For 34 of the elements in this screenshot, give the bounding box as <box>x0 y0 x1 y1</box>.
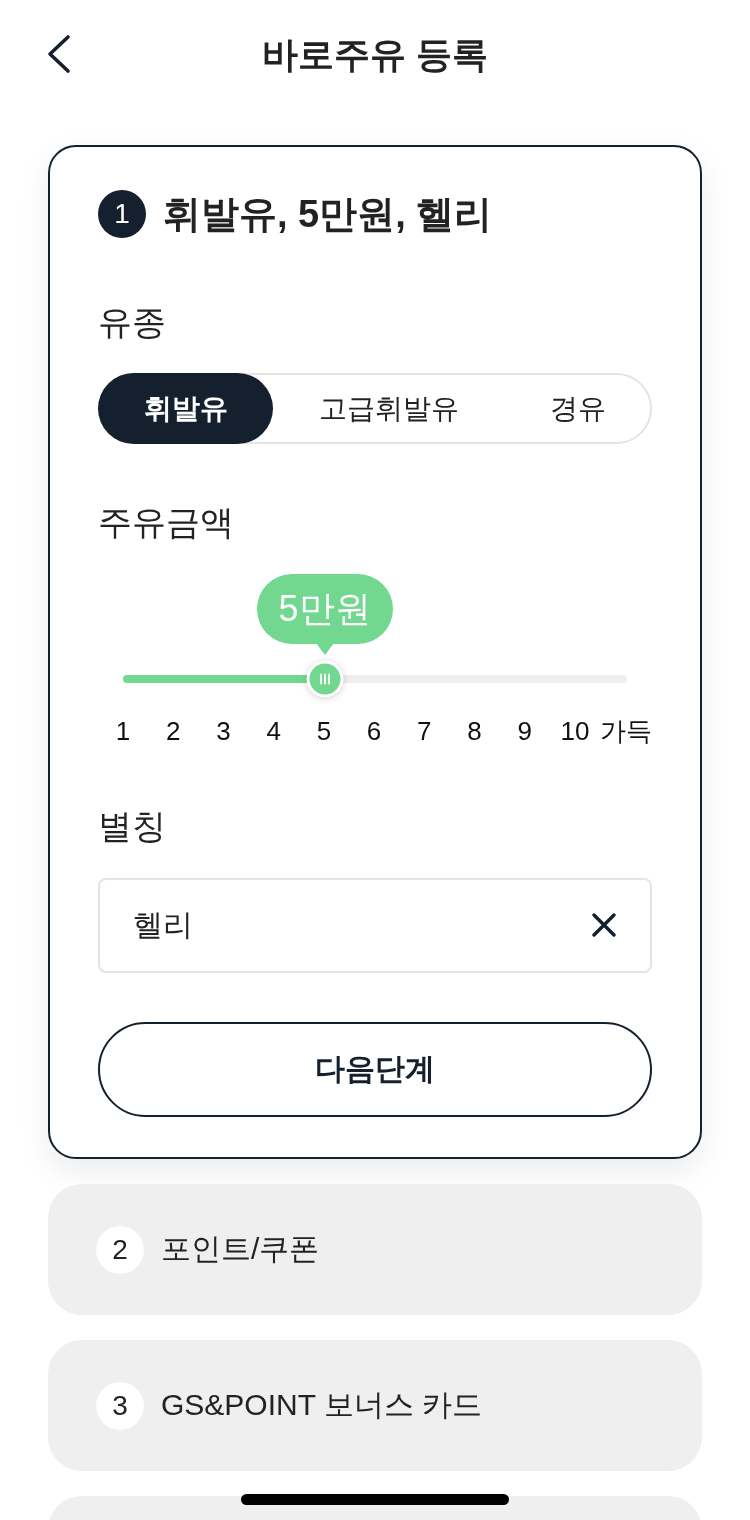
nickname-field[interactable]: 헬리 <box>98 878 652 973</box>
next-step-button[interactable]: 다음단계 <box>98 1022 652 1117</box>
tick-label: 5 <box>315 715 333 748</box>
step-title: GS&POINT 보너스 카드 <box>161 1387 483 1423</box>
tick-label: 4 <box>265 715 282 748</box>
fuel-type-option[interactable]: 고급휘발유 <box>273 373 505 444</box>
tick-label: 8 <box>466 715 483 748</box>
step-number-badge: 3 <box>96 1381 144 1430</box>
tick-label: 7 <box>416 715 433 748</box>
page-title: 바로주유 등록 <box>262 33 488 77</box>
tick-label: 1 <box>114 715 132 748</box>
back-icon <box>46 34 72 74</box>
step-card[interactable]: 2 포인트/쿠폰 <box>48 1184 702 1315</box>
clear-button[interactable] <box>592 913 616 937</box>
tick-label: 가득 <box>600 715 652 748</box>
step-title: 포인트/쿠폰 <box>161 1231 320 1267</box>
step-number-badge: 2 <box>96 1225 144 1274</box>
tick-label: 3 <box>215 715 232 748</box>
step-summary-title: 휘발유, 5만원, 헬리 <box>163 192 493 237</box>
slider-thumb[interactable] <box>305 660 344 698</box>
value-tooltip: 5만원 <box>256 574 393 655</box>
tick-label: 9 <box>516 715 533 748</box>
tick-label: 10 <box>559 715 591 748</box>
fuel-type-label: 유종 <box>98 302 167 343</box>
step-number-badge: 1 <box>98 190 146 238</box>
close-icon <box>592 913 616 937</box>
back-button[interactable] <box>46 34 72 74</box>
nickname-label: 별칭 <box>98 806 167 847</box>
amount-label: 주유금액 <box>98 502 235 543</box>
fuel-type-option[interactable]: 경유 <box>504 373 652 444</box>
step-card[interactable]: 3 GS&POINT 보너스 카드 <box>48 1340 702 1471</box>
fuel-type-option[interactable]: 휘발유 <box>98 373 274 444</box>
tick-label: 2 <box>165 715 182 748</box>
tick-label: 6 <box>365 715 383 748</box>
